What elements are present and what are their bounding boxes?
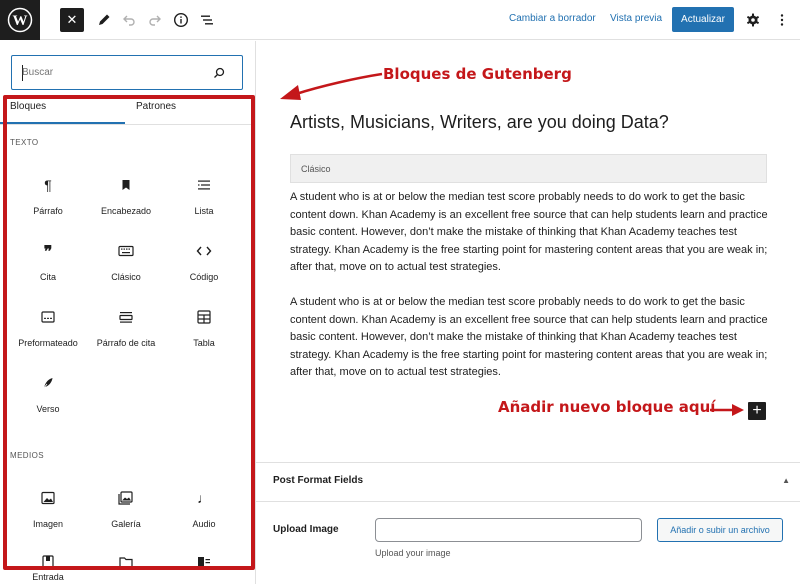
upload-help-text: Upload your image [375, 548, 451, 558]
redo-button[interactable] [143, 8, 167, 32]
classic-block-label: Clásico [301, 164, 331, 174]
block-paragraph[interactable]: ¶ Párrafo [9, 175, 87, 235]
undo-icon [123, 15, 135, 26]
search-icon [214, 67, 225, 78]
paragraph-block[interactable]: A student who is at or below the median … [290, 189, 770, 277]
inserter-tabs: Bloques Patrones [0, 98, 255, 125]
annotation-arrow-left-icon [280, 72, 383, 100]
switch-to-draft-link[interactable]: Cambiar a borrador [509, 13, 596, 24]
block-heading[interactable]: Encabezado [87, 175, 165, 235]
media-text-icon [198, 557, 210, 567]
annotation-arrow-right-icon [710, 404, 744, 416]
settings-button[interactable] [741, 8, 765, 32]
upload-image-input[interactable] [375, 518, 642, 542]
block-media-text[interactable] [165, 552, 243, 584]
pullquote-icon [119, 312, 133, 323]
image-icon [41, 491, 55, 505]
annotation-gutenberg-blocks: Bloques de Gutenberg [383, 65, 572, 83]
paragraph-icon: ¶ [44, 177, 52, 193]
tab-patterns[interactable]: Patrones [136, 101, 176, 112]
block-audio[interactable]: ♩ Audio [165, 488, 243, 548]
block-label: Lista [194, 206, 214, 216]
block-quote[interactable]: ❞ Cita [9, 241, 87, 301]
redo-icon [149, 15, 161, 26]
preformatted-icon [41, 311, 55, 323]
block-image[interactable]: Imagen [9, 488, 87, 548]
plus-icon: + [752, 402, 762, 419]
post-format-fields-panel: Post Format Fields ▲ Upload Image Añadir… [256, 462, 800, 584]
block-table[interactable]: Tabla [165, 307, 243, 367]
block-verse[interactable]: Verso [9, 373, 87, 433]
add-upload-file-button[interactable]: Añadir o subir un archivo [657, 518, 783, 542]
list-view-icon [201, 15, 213, 25]
section-label-text: TEXTO [10, 138, 39, 147]
gear-icon [747, 13, 759, 27]
quote-icon: ❞ [43, 241, 53, 261]
top-toolbar: W ✕ Cambiar a borrador Vista previa Actu… [0, 0, 800, 40]
code-icon [196, 246, 212, 256]
block-file[interactable] [87, 552, 165, 584]
close-inserter-button[interactable]: ✕ [60, 8, 84, 32]
annotation-add-block: Añadir nuevo bloque aquí [498, 398, 716, 416]
info-icon [173, 12, 189, 28]
paragraph-block[interactable]: A student who is at or below the median … [290, 294, 770, 382]
divider [256, 501, 800, 502]
block-preformatted[interactable]: Preformateado [9, 307, 87, 367]
block-label: Entrada [32, 572, 64, 582]
audio-icon: ♩ [197, 490, 211, 506]
bookmark-icon [122, 180, 130, 190]
upload-image-label: Upload Image [273, 524, 339, 535]
block-entry[interactable]: Entrada [9, 552, 87, 584]
chevron-up-icon[interactable]: ▲ [782, 476, 790, 485]
block-pullquote[interactable]: Párrafo de cita [87, 307, 165, 367]
details-button[interactable] [169, 8, 193, 32]
more-options-button[interactable] [770, 8, 794, 32]
wordpress-logo-icon[interactable]: W [0, 0, 40, 40]
close-icon: ✕ [66, 12, 78, 27]
update-button[interactable]: Actualizar [672, 7, 734, 32]
preview-link[interactable]: Vista previa [610, 13, 662, 24]
pencil-icon [99, 14, 110, 25]
block-label: Audio [192, 519, 216, 529]
add-block-button[interactable]: + [748, 402, 766, 420]
active-tab-indicator [0, 122, 125, 124]
list-icon [198, 180, 210, 190]
post-title[interactable]: Artists, Musicians, Writers, are you doi… [290, 112, 669, 133]
tools-button[interactable] [92, 8, 116, 32]
block-search-field[interactable]: Buscar [11, 55, 243, 90]
undo-button[interactable] [117, 8, 141, 32]
table-icon [197, 310, 211, 324]
more-vertical-icon [780, 14, 784, 26]
folder-icon [119, 557, 133, 568]
list-view-button[interactable] [195, 8, 219, 32]
block-classic[interactable]: Clásico [87, 241, 165, 301]
search-placeholder: Buscar [22, 67, 54, 78]
feather-icon [43, 378, 53, 389]
keyboard-icon [118, 245, 134, 257]
block-inserter-panel: Buscar Bloques Patrones TEXTO ¶ Párrafo … [0, 41, 256, 584]
section-label-media: MEDIOS [10, 451, 44, 460]
meta-box-title[interactable]: Post Format Fields [273, 475, 363, 486]
block-list[interactable]: Lista [165, 175, 243, 235]
block-code[interactable]: Código [165, 241, 243, 301]
classic-block-toolbar[interactable]: Clásico [290, 154, 767, 183]
entry-icon [42, 555, 54, 569]
tab-blocks[interactable]: Bloques [10, 101, 46, 112]
svg-text:W: W [13, 13, 28, 29]
block-label: Código [189, 272, 219, 282]
gallery-icon [118, 491, 133, 505]
block-label: Tabla [193, 338, 215, 348]
block-gallery[interactable]: Galería [87, 488, 165, 548]
block-label: Verso [36, 404, 60, 414]
